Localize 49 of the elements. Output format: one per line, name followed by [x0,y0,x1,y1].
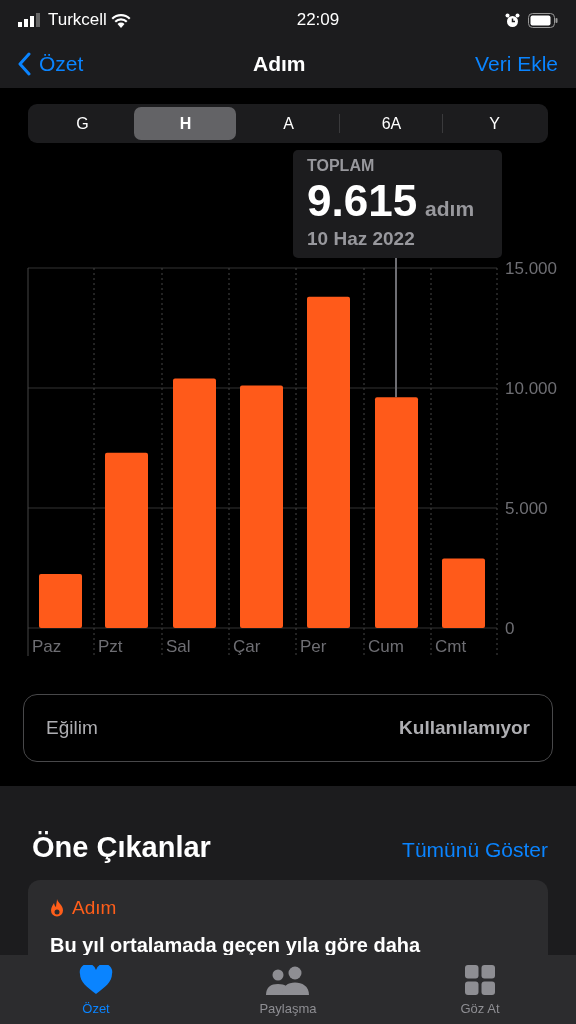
chart-bar[interactable] [173,378,216,628]
segment-tab[interactable]: 6A [340,107,442,140]
section-title: Öne Çıkanlar [32,830,211,865]
wifi-icon [110,12,131,28]
people-icon [265,965,311,995]
back-button[interactable]: Özet [18,48,84,80]
carrier-name: Turkcell [48,9,107,32]
grid-icon [465,965,495,995]
alarm-icon [505,12,520,28]
axis-label: 10.000 [505,379,557,398]
tab-bar-item[interactable]: Özet [0,955,192,1024]
flame-icon [50,898,64,917]
tab-bar-item[interactable]: Paylaşma [192,955,384,1024]
axis-label: Pzt [98,637,123,656]
signal-icon [18,13,40,27]
page-title: Adım [253,51,306,78]
segment-tab[interactable]: A [237,107,339,140]
segment-tab[interactable]: G [31,107,133,140]
chart-bar[interactable] [307,296,350,628]
chevron-left-icon [18,52,31,76]
tab-bar-item[interactable]: Göz At [384,955,576,1024]
chart-bar[interactable] [105,452,148,628]
heart-icon [79,965,113,995]
total-label: TOPLAM [307,156,376,176]
add-data-link[interactable]: Veri Ekle [475,48,558,80]
unit-label: adım [425,196,475,222]
segment-tab[interactable]: H [134,107,236,140]
status-time: 22:09 [296,9,340,32]
date-label: 10 Haz 2022 [307,226,416,251]
trend-label: Eğilim [46,715,98,740]
axis-label: Çar [233,637,261,656]
chart-bar[interactable] [39,574,82,628]
chart-bar[interactable] [375,397,418,628]
chart-bar[interactable] [442,558,485,628]
show-all-link[interactable]: Tümünü Göster [402,834,548,866]
axis-label: 15.000 [505,259,557,278]
category-label: Adım [72,895,117,920]
axis-label: Cmt [435,637,467,656]
axis-label: Sal [166,637,191,656]
total-value: 9.615 [307,178,418,225]
axis-label: Paz [32,637,62,656]
axis-label: 5.000 [505,499,548,518]
battery-icon [528,12,558,28]
axis-label: Cum [368,637,404,656]
chart-bar[interactable] [240,385,283,628]
axis-label: Per [300,637,327,656]
axis-label: 0 [505,619,515,638]
trend-value: Kullanılamıyor [399,715,530,740]
segment-tab[interactable]: Y [443,107,545,140]
